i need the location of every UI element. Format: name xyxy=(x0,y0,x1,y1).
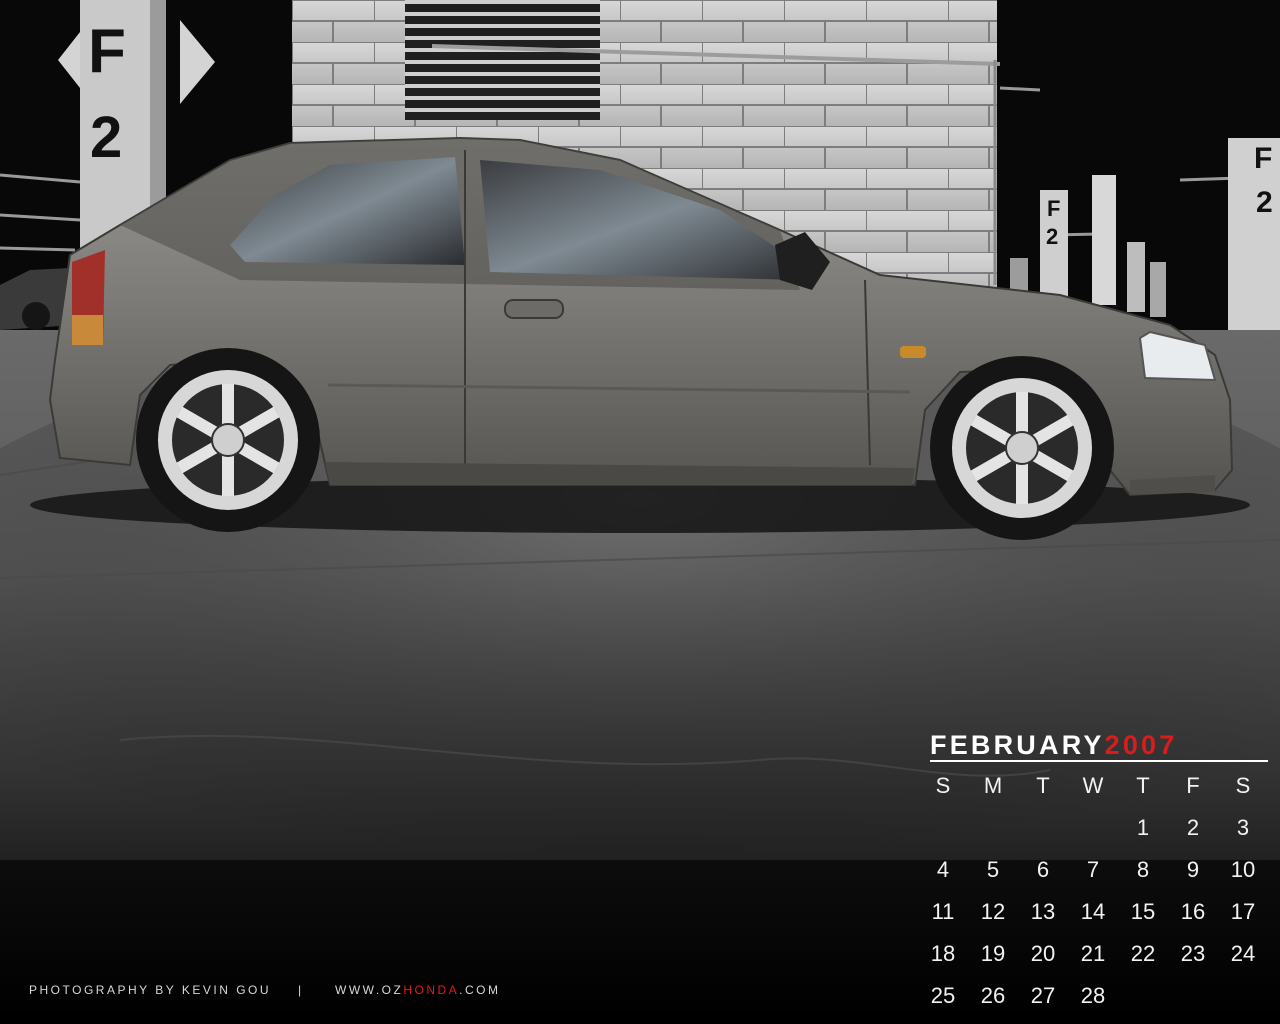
pillar-sign-number-right: 2 xyxy=(1046,224,1058,249)
credit-separator: | xyxy=(298,983,304,997)
calendar-month: FEBRUARY xyxy=(930,730,1105,760)
calendar-week-row: 1 2 3 xyxy=(918,807,1268,849)
url-suffix: .COM xyxy=(459,983,501,997)
calendar-day: 3 xyxy=(1236,815,1250,840)
side-marker-light xyxy=(900,346,926,358)
calendar-day: 24 xyxy=(1230,941,1256,966)
pillar-sign-level-left: F xyxy=(88,17,126,86)
calendar-day: 25 xyxy=(930,983,956,1008)
calendar-day: 27 xyxy=(1030,983,1056,1008)
weekday-label: S xyxy=(1235,773,1251,798)
calendar-day: 21 xyxy=(1080,941,1106,966)
calendar-day: 26 xyxy=(980,983,1006,1008)
weekday-label: F xyxy=(1186,773,1200,798)
calendar-day: 19 xyxy=(980,941,1006,966)
calendar-day: 12 xyxy=(980,899,1006,924)
calendar-grid: S M T W T F S 1 2 3 4 5 6 7 8 9 10 11 12 13 14 15 16 17 1… xyxy=(918,765,1268,1017)
calendar-day: 14 xyxy=(1080,899,1106,924)
weekday-label: W xyxy=(1082,773,1104,798)
website-url[interactable]: WWW.OZHONDA.COM xyxy=(335,983,501,997)
calendar-day: 23 xyxy=(1180,941,1206,966)
calendar-day: 9 xyxy=(1186,857,1200,882)
calendar-week-row: 11 12 13 14 15 16 17 xyxy=(918,891,1268,933)
calendar-day: 10 xyxy=(1230,857,1256,882)
calendar-divider xyxy=(930,760,1268,762)
calendar-day: 8 xyxy=(1136,857,1150,882)
calendar-title: FEBRUARY2007 xyxy=(930,730,1268,760)
calendar-day: 4 xyxy=(936,857,950,882)
calendar-week-row: 18 19 20 21 22 23 24 xyxy=(918,933,1268,975)
calendar-day: 20 xyxy=(1030,941,1056,966)
photographer-credit: PHOTOGRAPHY BY KEVIN GOU xyxy=(29,983,272,997)
pillar-sign-number-far-right: 2 xyxy=(1256,186,1273,219)
front-wheel xyxy=(930,356,1114,540)
pillar-sign-number-left: 2 xyxy=(90,105,122,170)
calendar-day: 13 xyxy=(1030,899,1056,924)
photography-credit: PHOTOGRAPHY BY KEVIN GOU xyxy=(29,983,271,997)
calendar-day: 28 xyxy=(1080,983,1106,1008)
rear-wheel xyxy=(136,348,320,532)
weekday-header-row: S M T W T F S xyxy=(918,765,1268,807)
weekday-label: S xyxy=(935,773,951,798)
calendar-week-row: 4 5 6 7 8 9 10 xyxy=(918,849,1268,891)
wall-vent xyxy=(405,0,600,120)
calendar-day: 1 xyxy=(1136,815,1150,840)
door-handle xyxy=(504,299,564,319)
calendar-day: 7 xyxy=(1086,857,1100,882)
calendar-day: 17 xyxy=(1230,899,1256,924)
pillar-sign-level-far-right: F xyxy=(1254,142,1272,175)
url-prefix: WWW.OZ xyxy=(335,983,404,997)
calendar-day: 15 xyxy=(1130,899,1156,924)
url-brand: HONDA xyxy=(403,983,460,997)
calendar-day: 18 xyxy=(930,941,956,966)
calendar-day: 16 xyxy=(1180,899,1206,924)
pillar-sign-level-right: F xyxy=(1047,196,1060,221)
calendar-day: 11 xyxy=(931,899,955,924)
calendar-day: 5 xyxy=(986,857,1000,882)
calendar-day: 2 xyxy=(1186,815,1200,840)
calendar-week-row: 25 26 27 28 xyxy=(918,975,1268,1017)
calendar-day: 22 xyxy=(1130,941,1156,966)
calendar-day: 6 xyxy=(1036,857,1050,882)
weekday-label: T xyxy=(1136,773,1150,798)
weekday-label: T xyxy=(1036,773,1050,798)
weekday-label: M xyxy=(983,773,1003,798)
calendar-year: 2007 xyxy=(1104,730,1178,760)
